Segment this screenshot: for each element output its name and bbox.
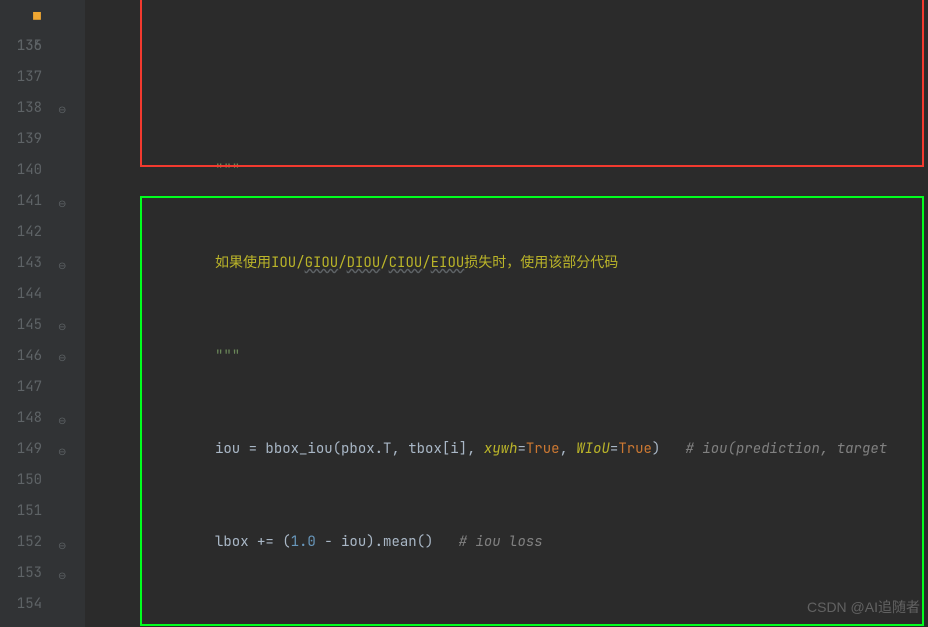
fold-icon[interactable]: ⊖: [58, 320, 66, 333]
line-number: ◼ 135: [0, 0, 42, 31]
code-editor[interactable]: ◼ 135 136 137 138 139 140 141 142 143 14…: [0, 0, 928, 627]
line-number: 142: [0, 217, 42, 248]
fold-icon[interactable]: ⊖: [58, 414, 66, 427]
line-number: 147: [0, 372, 42, 403]
line-number-gutter: ◼ 135 136 137 138 139 140 141 142 143 14…: [0, 0, 50, 627]
code-line[interactable]: iou = bbox_iou(pbox.T, tbox[i], xywh=Tru…: [85, 434, 928, 465]
line-number: 144: [0, 279, 42, 310]
line-number: 150: [0, 465, 42, 496]
line-number: 151: [0, 496, 42, 527]
fold-icon[interactable]: ⊖: [58, 445, 66, 458]
code-line[interactable]: lbox += (1.0 - iou).mean() # iou loss: [85, 527, 928, 558]
code-content[interactable]: """ 如果使用IOU/GIOU/DIOU/CIOU/EIOU损失时，使用该部分…: [85, 0, 928, 627]
fold-icon[interactable]: ⊖: [58, 103, 66, 116]
code-line[interactable]: 如果使用IOU/GIOU/DIOU/CIOU/EIOU损失时，使用该部分代码: [85, 248, 928, 279]
line-number: 141: [0, 186, 42, 217]
line-number: 149: [0, 434, 42, 465]
line-number: 140: [0, 155, 42, 186]
line-number: 145: [0, 310, 42, 341]
highlight-box-red: [140, 0, 924, 167]
line-number: 138: [0, 93, 42, 124]
line-number: 137: [0, 62, 42, 93]
bookmark-icon: ◼: [32, 7, 42, 23]
fold-icon[interactable]: ⊖: [58, 259, 66, 272]
fold-icon[interactable]: ⊖: [58, 539, 66, 552]
watermark: CSDN @AI追随者: [807, 592, 920, 623]
line-number: 143: [0, 248, 42, 279]
line-number: 154: [0, 589, 42, 620]
line-number: 146: [0, 341, 42, 372]
fold-gutter: ⊖ ⊖ ⊖ ⊖ ⊖ ⊖ ⊖ ⊖ ⊖: [50, 0, 85, 627]
code-line[interactable]: """: [85, 155, 928, 186]
code-line[interactable]: """: [85, 341, 928, 372]
fold-icon[interactable]: ⊖: [58, 569, 66, 582]
line-number: 136: [0, 31, 42, 62]
line-number: 153: [0, 558, 42, 589]
line-number: 152: [0, 527, 42, 558]
line-number: 148: [0, 403, 42, 434]
code-line[interactable]: [85, 620, 928, 627]
fold-icon[interactable]: ⊖: [58, 197, 66, 210]
fold-icon[interactable]: ⊖: [58, 351, 66, 364]
line-number: 139: [0, 124, 42, 155]
